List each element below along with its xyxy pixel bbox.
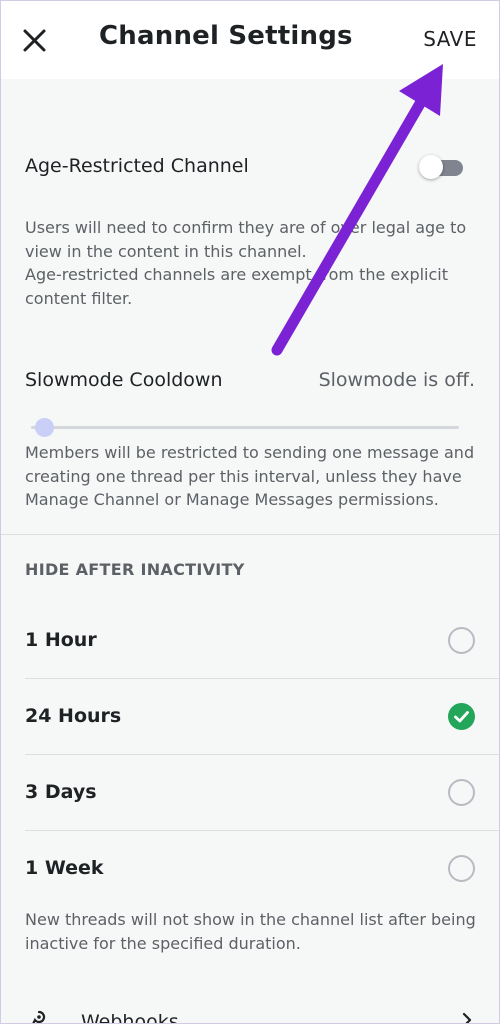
- option-row-24-hours[interactable]: 24 Hours: [1, 679, 499, 755]
- option-label: 24 Hours: [25, 705, 122, 727]
- hide-after-inactivity-header: HIDE AFTER INACTIVITY: [25, 560, 245, 579]
- toggle-knob: [419, 155, 443, 179]
- page-title: Channel Settings: [99, 21, 353, 51]
- slowmode-slider[interactable]: [31, 415, 459, 439]
- option-label: 1 Week: [25, 857, 104, 879]
- slider-track: [31, 426, 459, 429]
- slowmode-value: Slowmode is off.: [318, 369, 475, 391]
- webhook-icon: [32, 1010, 46, 1023]
- chevron-right-icon: [462, 1012, 472, 1023]
- save-button[interactable]: SAVE: [423, 27, 477, 51]
- close-button[interactable]: [19, 25, 51, 57]
- age-restricted-desc-line2: Age-restricted channels are exempt from …: [25, 265, 449, 308]
- channel-settings-screen: Channel Settings SAVE Age-Restricted Cha…: [0, 0, 500, 1024]
- radio-unchecked-icon[interactable]: [448, 855, 475, 882]
- inactivity-description: New threads will not show in the channel…: [25, 910, 476, 953]
- age-restricted-desc-line1: Users will need to confirm they are of o…: [25, 218, 467, 261]
- header-bar: Channel Settings SAVE: [1, 1, 499, 79]
- checkmark-icon: [454, 711, 469, 723]
- age-restricted-toggle[interactable]: [419, 155, 463, 179]
- option-label: 1 Hour: [25, 629, 97, 651]
- option-row-1-week[interactable]: 1 Week: [1, 831, 499, 907]
- close-icon: [23, 29, 46, 52]
- slider-thumb[interactable]: [35, 418, 54, 437]
- option-row-3-days[interactable]: 3 Days: [1, 755, 499, 831]
- radio-unchecked-icon[interactable]: [448, 779, 475, 806]
- option-row-1-hour[interactable]: 1 Hour: [1, 603, 499, 679]
- section-divider: [1, 534, 499, 535]
- slowmode-description: Members will be restricted to sending on…: [25, 443, 475, 509]
- option-label: 3 Days: [25, 781, 97, 803]
- age-restricted-label: Age-Restricted Channel: [25, 155, 249, 177]
- webhooks-row[interactable]: Webhooks: [1, 997, 499, 1024]
- age-restricted-description: Users will need to confirm they are of o…: [25, 216, 480, 310]
- radio-unchecked-icon[interactable]: [448, 627, 475, 654]
- slowmode-label: Slowmode Cooldown: [25, 369, 223, 391]
- radio-checked-icon[interactable]: [448, 703, 475, 730]
- webhooks-label: Webhooks: [81, 1011, 179, 1024]
